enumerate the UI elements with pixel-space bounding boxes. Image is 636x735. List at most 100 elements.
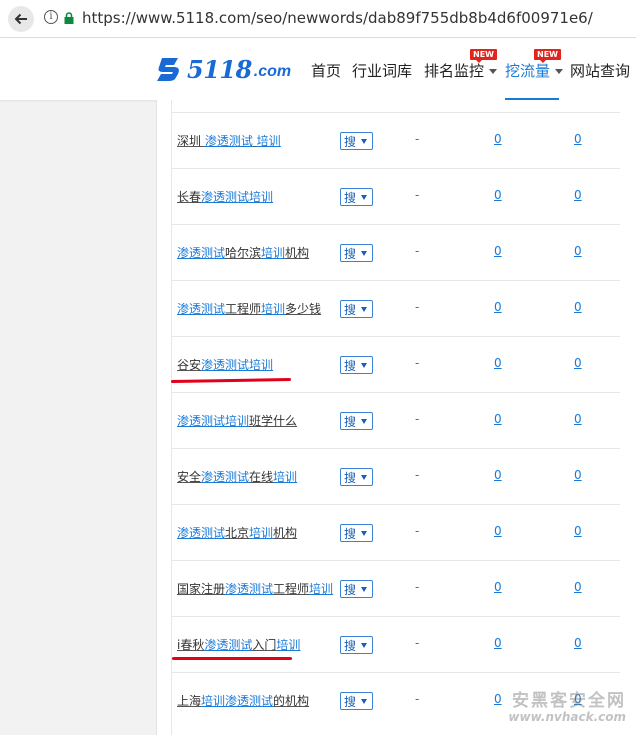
count-link[interactable]: 0 — [574, 636, 582, 650]
count-link[interactable]: 0 — [494, 580, 502, 594]
nav-rank-monitor[interactable]: 排名监控 — [424, 60, 498, 81]
keyword-link[interactable]: i春秋渗透测试入门培训 — [177, 636, 300, 653]
count-link[interactable]: 0 — [494, 636, 502, 650]
keyword-link[interactable]: 谷安渗透测试培训 — [177, 356, 273, 373]
chevron-down-icon — [361, 586, 368, 592]
site-logo[interactable]: 5118 .com — [154, 52, 291, 86]
count-link[interactable]: 0 — [494, 524, 502, 538]
chevron-down-icon — [361, 418, 368, 424]
watermark-url: www.nvhack.com — [508, 710, 626, 724]
count-link[interactable]: 0 — [494, 188, 502, 202]
search-dropdown-button[interactable]: 搜 — [340, 692, 373, 710]
watermark: 安黑客安全网 www.nvhack.com — [484, 686, 634, 732]
search-dropdown-button[interactable]: 搜 — [340, 636, 373, 654]
keyword-link[interactable]: 渗透测试哈尔滨培训机构 — [177, 244, 309, 261]
keyword-highlight: 渗透测试 — [177, 246, 226, 260]
search-dropdown-button[interactable]: 搜 — [340, 356, 373, 374]
count-link[interactable]: 0 — [574, 468, 582, 482]
keyword-highlight: 渗透测试培训 — [201, 358, 274, 372]
arrow-left-icon — [14, 13, 27, 25]
count-link[interactable]: 0 — [494, 244, 502, 258]
search-dropdown-button[interactable]: 搜 — [340, 300, 373, 318]
keyword-link[interactable]: 渗透测试工程师培训多少钱 — [177, 300, 321, 317]
keyword-link[interactable]: 渗透测试培训班学什么 — [177, 412, 297, 429]
keyword-highlight: 培训 — [273, 470, 298, 484]
keyword-text: 工程师 — [225, 302, 262, 316]
count-link[interactable]: 0 — [574, 244, 582, 258]
keyword-highlight: 渗透测试 — [201, 470, 250, 484]
keyword-text: i春秋 — [177, 638, 205, 652]
search-button-label: 搜 — [344, 134, 357, 149]
count-link[interactable]: 0 — [494, 300, 502, 314]
search-button-label: 搜 — [344, 526, 357, 541]
search-dropdown-button[interactable]: 搜 — [340, 468, 373, 486]
new-badge: NEW — [470, 49, 497, 63]
count-link[interactable]: 0 — [574, 356, 582, 370]
logo-suffix: .com — [253, 63, 292, 80]
nav-traffic-mining[interactable]: 挖流量 — [505, 60, 564, 81]
table-row: 渗透测试培训班学什么 搜 - 0 0 — [172, 392, 620, 448]
keyword-text: 工程师 — [273, 582, 310, 596]
keyword-link[interactable]: 安全渗透测试在线培训 — [177, 468, 297, 485]
count-link[interactable]: 0 — [574, 188, 582, 202]
keyword-highlight: 培训 — [261, 246, 286, 260]
table-row: 国家注册渗透测试工程师培训搜 - 0 0 — [172, 560, 620, 616]
red-underline-mark — [172, 657, 292, 660]
keyword-link[interactable]: 长春渗透测试培训 — [177, 188, 273, 205]
empty-value: - — [415, 132, 420, 146]
keyword-text: 班学什么 — [249, 414, 298, 428]
watermark-title: 安黑客安全网 — [512, 691, 626, 711]
keyword-link[interactable]: 深圳 渗透测试 培训 — [177, 132, 281, 149]
keyword-text: 哈尔滨 — [225, 246, 262, 260]
search-dropdown-button[interactable]: 搜 — [340, 524, 373, 542]
keyword-highlight: 渗透测试 — [225, 694, 274, 708]
search-dropdown-button[interactable]: 搜 — [340, 132, 373, 150]
search-dropdown-button[interactable]: 搜 — [340, 412, 373, 430]
empty-value: - — [415, 244, 420, 258]
keyword-link[interactable]: 国家注册渗透测试工程师培训 — [177, 580, 333, 597]
keyword-text: 机构 — [273, 526, 298, 540]
count-link[interactable]: 0 — [494, 356, 502, 370]
info-icon[interactable]: i — [44, 10, 58, 24]
table-row: 深圳 渗透测试 培训 搜 - 0 0 — [172, 112, 620, 168]
nav-industry-lexicon[interactable]: 行业词库 — [352, 60, 412, 81]
keyword-text: 上海 — [177, 694, 202, 708]
search-dropdown-button[interactable]: 搜 — [340, 188, 373, 206]
keyword-text: 北京 — [225, 526, 250, 540]
chevron-down-icon — [361, 194, 368, 200]
nav-traffic-mining-label: 挖流量 — [505, 62, 551, 80]
new-badge: NEW — [534, 49, 561, 63]
keyword-text: 机构 — [285, 246, 310, 260]
search-dropdown-button[interactable]: 搜 — [340, 244, 373, 262]
count-link[interactable]: 0 — [494, 132, 502, 146]
count-link[interactable]: 0 — [574, 132, 582, 146]
empty-value: - — [415, 300, 420, 314]
keyword-text: 多少钱 — [285, 302, 322, 316]
keyword-link[interactable]: 上海培训渗透测试的机构 — [177, 692, 309, 709]
chevron-down-icon — [361, 306, 368, 312]
empty-value: - — [415, 188, 420, 202]
search-dropdown-button[interactable]: 搜 — [340, 580, 373, 598]
search-button-label: 搜 — [344, 190, 357, 205]
nav-site-query[interactable]: 网站查询 — [570, 60, 630, 81]
count-link[interactable]: 0 — [574, 412, 582, 426]
keyword-highlight: 渗透测试 — [177, 302, 226, 316]
chevron-down-icon — [361, 698, 368, 704]
count-link[interactable]: 0 — [494, 468, 502, 482]
chevron-down-icon — [489, 69, 498, 74]
table-row: 安全渗透测试在线培训 搜 - 0 0 — [172, 448, 620, 504]
chevron-down-icon — [361, 530, 368, 536]
keyword-link[interactable]: 渗透测试北京培训机构 — [177, 524, 297, 541]
keyword-text: 谷安 — [177, 358, 202, 372]
table-row: 渗透测试工程师培训多少钱 搜 - 0 0 — [172, 280, 620, 336]
count-link[interactable]: 0 — [494, 412, 502, 426]
count-link[interactable]: 0 — [574, 580, 582, 594]
nav-home[interactable]: 首页 — [311, 60, 341, 81]
keyword-highlight: 培训 — [276, 638, 301, 652]
back-button[interactable] — [8, 6, 34, 32]
chevron-down-icon — [361, 642, 368, 648]
count-link[interactable]: 0 — [574, 524, 582, 538]
table-row: 长春渗透测试培训 搜 - 0 0 — [172, 168, 620, 224]
count-link[interactable]: 0 — [574, 300, 582, 314]
url-field[interactable]: https://www.5118.com/seo/newwords/dab89f… — [82, 9, 593, 27]
